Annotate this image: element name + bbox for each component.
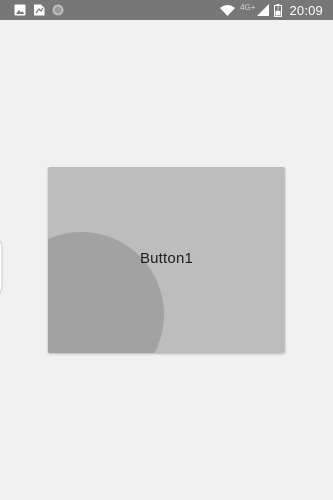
network-type-label: 4G+ <box>240 2 256 12</box>
status-bar: 4G+ 2 20:09 <box>0 0 333 20</box>
button1[interactable]: Button1 <box>48 167 285 353</box>
sync-notification-icon <box>52 4 64 16</box>
edge-panel-handle[interactable] <box>0 233 8 301</box>
notification-icons <box>14 2 64 18</box>
battery-icon: 2 <box>274 3 283 17</box>
system-indicators: 4G+ 2 20:09 <box>220 2 323 18</box>
signal-icon <box>257 4 270 16</box>
file-notification-icon <box>33 4 45 16</box>
image-notification-icon <box>14 4 26 16</box>
svg-text:2: 2 <box>277 6 280 12</box>
wifi-icon <box>220 4 236 16</box>
button1-label: Button1 <box>139 250 194 267</box>
clock: 20:09 <box>289 2 323 18</box>
